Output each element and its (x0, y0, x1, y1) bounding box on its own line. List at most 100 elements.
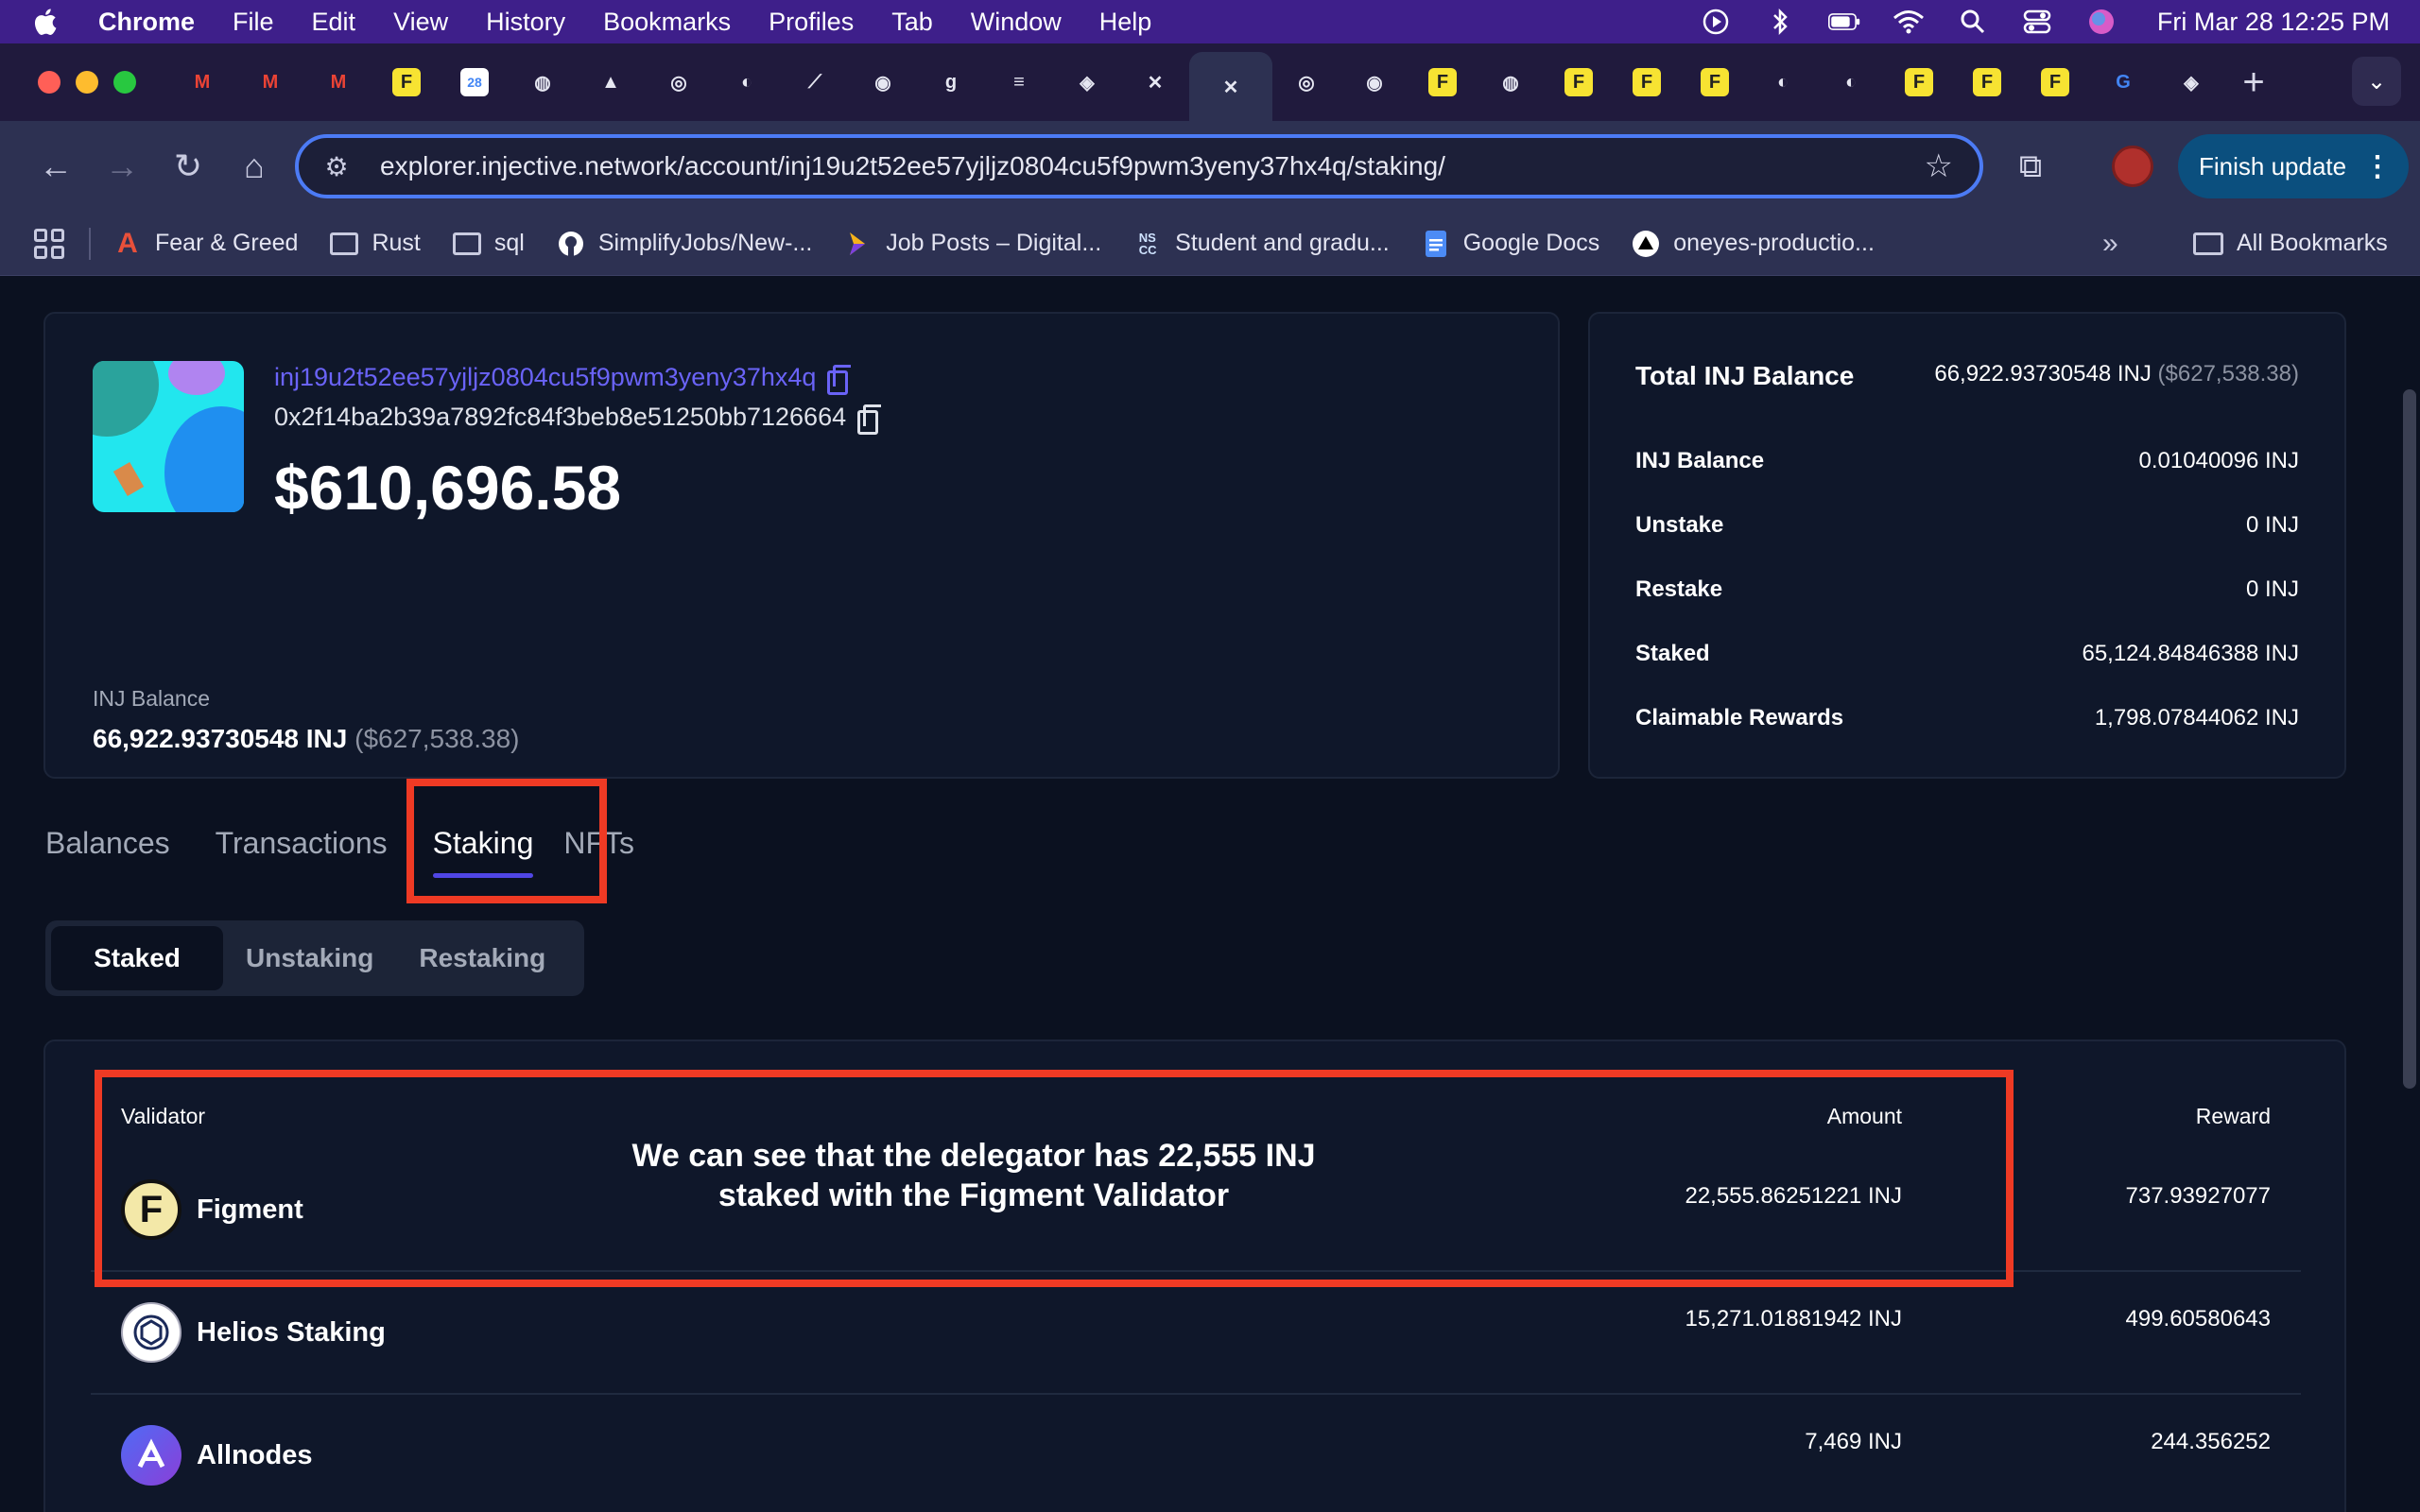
browser-tab[interactable]: ◐ (1817, 54, 1885, 111)
finish-update-button[interactable]: Finish update ⋮ (2178, 134, 2409, 198)
menu-help[interactable]: Help (1099, 8, 1152, 37)
wifi-icon[interactable] (1893, 9, 1925, 35)
bookmark-simplifyjobs[interactable]: SimplifyJobs/New-... (557, 230, 812, 258)
tab-transactions[interactable]: Transactions (216, 826, 388, 861)
browser-tab[interactable]: ▲ (577, 54, 645, 111)
browser-tab[interactable]: M (304, 54, 372, 111)
subtab-staked[interactable]: Staked (51, 926, 223, 990)
reload-icon[interactable]: ↻ (155, 133, 221, 199)
spotlight-search-icon[interactable] (1957, 9, 1989, 35)
all-bookmarks-label: All Bookmarks (2237, 230, 2388, 256)
subtab-unstaking[interactable]: Unstaking (223, 926, 396, 990)
scrollbar-thumb[interactable] (2403, 389, 2416, 1089)
extensions-puzzle-icon[interactable]: ⧉ (2004, 140, 2057, 193)
bookmark-job-posts[interactable]: Job Posts – Digital... (844, 230, 1101, 258)
browser-tab[interactable]: F (1681, 54, 1749, 111)
browser-tab[interactable]: ◉ (849, 54, 917, 111)
browser-tab[interactable]: g (917, 54, 985, 111)
app-name[interactable]: Chrome (98, 8, 195, 37)
browser-tab[interactable]: ≡ (985, 54, 1053, 111)
menu-tab[interactable]: Tab (891, 8, 933, 37)
bookmark-oneyes[interactable]: oneyes-productio... (1632, 230, 1875, 258)
browser-tab[interactable]: M (236, 54, 304, 111)
bookmark-star-icon[interactable]: ☆ (1925, 147, 1953, 185)
menu-window[interactable]: Window (971, 8, 1062, 37)
tab-favicon-icon: G (2116, 71, 2131, 93)
subtab-restaking[interactable]: Restaking (396, 926, 568, 990)
apps-grid-icon[interactable] (34, 228, 64, 259)
browser-tab[interactable]: ◎ (1272, 54, 1340, 111)
validator-name[interactable]: Helios Staking (197, 1317, 386, 1349)
bookmark-google-docs[interactable]: Google Docs (1422, 230, 1599, 258)
browser-tab[interactable]: F (1953, 54, 2021, 111)
menu-edit[interactable]: Edit (312, 8, 356, 37)
bluetooth-icon[interactable] (1764, 8, 1796, 36)
more-bookmarks-chevron-icon[interactable]: » (2102, 228, 2118, 260)
page-scrollbar[interactable] (2399, 276, 2420, 1512)
browser-tab[interactable]: F (1885, 54, 1953, 111)
browser-tab[interactable]: F (1545, 54, 1613, 111)
new-tab-button[interactable]: + (2225, 54, 2282, 111)
home-icon[interactable]: ⌂ (221, 133, 287, 199)
menu-view[interactable]: View (393, 8, 448, 37)
browser-tab[interactable]: ◍ (1477, 54, 1545, 111)
apple-logo-icon[interactable] (30, 7, 59, 37)
copy-icon[interactable] (827, 364, 852, 395)
zoom-window-button[interactable] (113, 71, 136, 94)
close-window-button[interactable] (38, 71, 60, 94)
browser-tab[interactable]: M (168, 54, 236, 111)
siri-icon[interactable] (2085, 9, 2118, 35)
validator-allnodes[interactable]: Allnodes (121, 1425, 312, 1486)
bookmark-rust[interactable]: Rust (330, 230, 421, 258)
eth-address[interactable]: 0x2f14ba2b39a7892fc84f3beb8e51250bb71266… (274, 403, 882, 435)
inj-address[interactable]: inj19u2t52ee57yjljz0804cu5f9pwm3yeny37hx… (274, 363, 852, 395)
copy-icon[interactable] (857, 404, 882, 435)
validator-helios[interactable]: Helios Staking (121, 1302, 386, 1363)
browser-tab[interactable]: ◍ (509, 54, 577, 111)
menu-profiles[interactable]: Profiles (769, 8, 854, 37)
tab-search-dropdown-button[interactable]: ⌄ (2352, 57, 2401, 106)
more-menu-icon[interactable]: ⋮ (2363, 150, 2392, 183)
tab-favicon-icon: ⟋ (808, 71, 821, 93)
menu-bookmarks[interactable]: Bookmarks (603, 8, 731, 37)
minimize-window-button[interactable] (76, 71, 98, 94)
browser-tab[interactable]: ⟋ (781, 54, 849, 111)
tab-favicon-icon: ◐ (1776, 71, 1789, 93)
browser-tab[interactable]: F (1613, 54, 1681, 111)
tab-list: M M M F 28 ◍ ▲ ◎ ◐ ⟋ ◉ g ≡ ◈ ✕ ✕ ◎ ◉ F ◍ F F F ◐ ◐ F F F G ◈ (168, 43, 2225, 122)
battery-icon[interactable] (1827, 9, 1860, 35)
bookmark-sql[interactable]: sql (452, 230, 525, 258)
browser-tab[interactable]: ◈ (1053, 54, 1121, 111)
browser-tab[interactable]: ◈ (2157, 54, 2225, 111)
back-arrow-icon[interactable]: ← (23, 133, 89, 199)
bookmark-student-grad[interactable]: NS CC Student and gradu... (1133, 230, 1390, 258)
active-tab[interactable]: ✕ (1189, 52, 1272, 122)
address-bar[interactable]: ⚙ explorer.injective.network/account/inj… (295, 134, 1983, 198)
media-play-icon[interactable] (1700, 9, 1732, 35)
inj-address-text[interactable]: inj19u2t52ee57yjljz0804cu5f9pwm3yeny37hx… (274, 363, 816, 392)
browser-tab[interactable]: ◐ (1749, 54, 1817, 111)
tab-balances[interactable]: Balances (45, 826, 170, 861)
all-bookmarks-button[interactable]: All Bookmarks (2193, 230, 2388, 257)
browser-tab[interactable]: F (372, 54, 441, 111)
menubar-clock[interactable]: Fri Mar 28 12:25 PM (2157, 8, 2390, 37)
forward-arrow-icon[interactable]: → (89, 133, 155, 199)
bookmark-fear-greed[interactable]: A Fear & Greed (113, 228, 298, 259)
browser-tab[interactable]: F (2021, 54, 2089, 111)
browser-tab[interactable]: 28 (441, 54, 509, 111)
profile-avatar[interactable] (2112, 146, 2153, 187)
browser-tab[interactable]: F (1409, 54, 1477, 111)
browser-tab[interactable]: ◉ (1340, 54, 1409, 111)
address-bar-url[interactable]: explorer.injective.network/account/inj19… (380, 151, 1445, 181)
menu-history[interactable]: History (486, 8, 565, 37)
menu-file[interactable]: File (233, 8, 274, 37)
browser-tab[interactable]: ◎ (645, 54, 713, 111)
control-center-icon[interactable] (2021, 9, 2053, 35)
validator-name[interactable]: Allnodes (197, 1440, 312, 1471)
folder-icon (452, 230, 481, 258)
browser-tab[interactable]: G (2089, 54, 2157, 111)
browser-tab[interactable]: ◐ (713, 54, 781, 111)
inj-balance-label: INJ Balance (93, 686, 211, 711)
site-info-icon[interactable]: ⚙ (318, 147, 355, 185)
browser-tab[interactable]: ✕ (1121, 54, 1189, 111)
